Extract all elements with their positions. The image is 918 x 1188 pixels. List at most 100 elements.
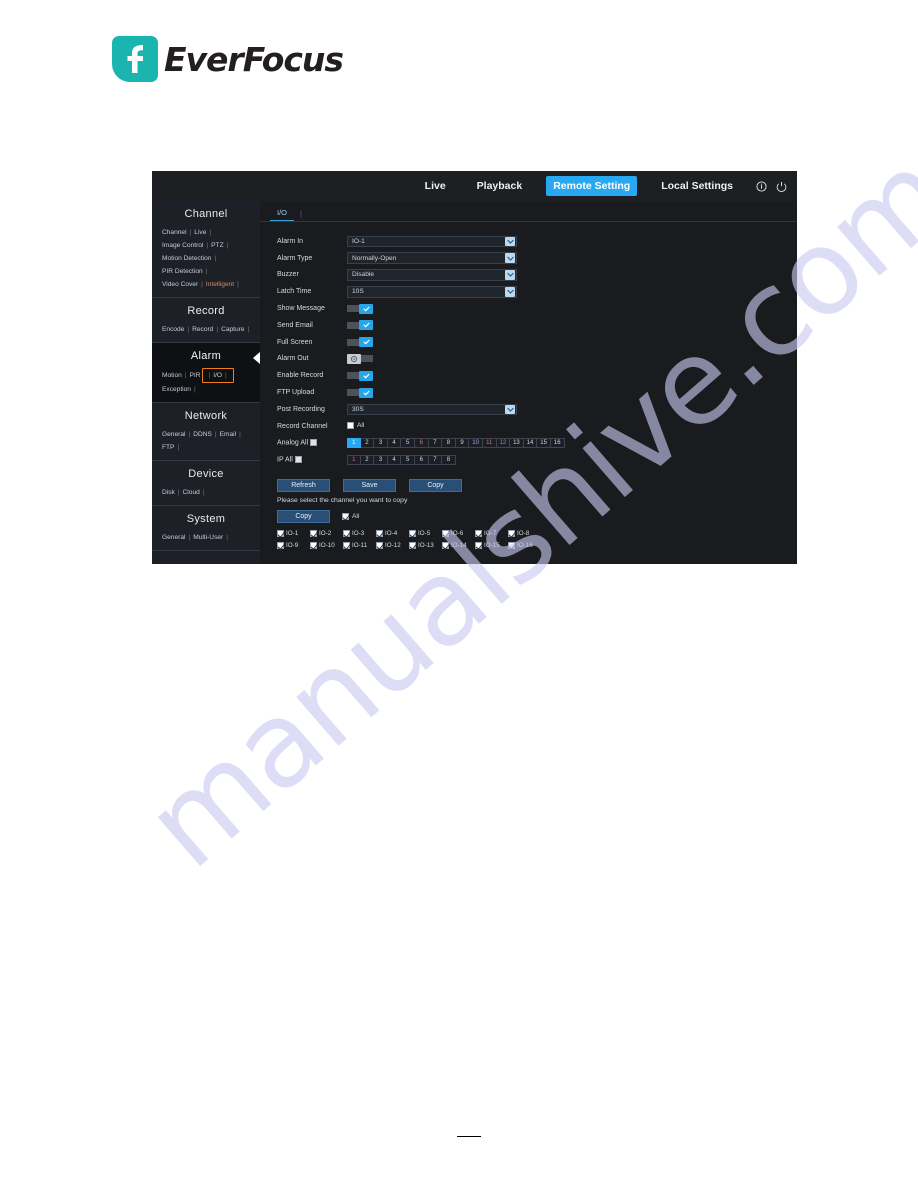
- sidebar-item-ptz[interactable]: PTZ: [211, 242, 223, 249]
- checkbox-copy-all[interactable]: [342, 512, 349, 520]
- sidebar-section-record[interactable]: Record Encode | Record | Capture |: [152, 298, 260, 343]
- sidebar-item-image-control[interactable]: Image Control: [162, 242, 203, 249]
- analog-channel-11[interactable]: 11: [482, 437, 497, 448]
- sidebar-item-intelligent[interactable]: Intelligent: [206, 281, 234, 288]
- checkbox-io-2[interactable]: [310, 530, 317, 538]
- checkbox-ip-all[interactable]: [294, 456, 302, 464]
- sidebar-item-encode[interactable]: Encode: [162, 326, 184, 333]
- nav-item-live[interactable]: Live: [418, 176, 453, 196]
- sidebar-item-video-cover[interactable]: Video Cover: [162, 281, 198, 288]
- ip-channel-3[interactable]: 3: [374, 454, 388, 465]
- save-button[interactable]: Save: [343, 479, 396, 493]
- checkbox-io-7[interactable]: [475, 530, 482, 538]
- select-post-recording[interactable]: 30S: [347, 403, 517, 416]
- ip-channel-7[interactable]: 7: [428, 454, 443, 465]
- checkbox-io-10[interactable]: [310, 542, 317, 550]
- checkbox-io-6[interactable]: [442, 530, 449, 538]
- io-target-io-1[interactable]: IO-1: [277, 530, 310, 538]
- io-target-io-16[interactable]: IO-16: [508, 542, 541, 550]
- nav-item-playback[interactable]: Playback: [470, 176, 530, 196]
- analog-channel-8[interactable]: 8: [442, 437, 456, 448]
- analog-channel-9[interactable]: 9: [455, 437, 470, 448]
- sidebar-item-motion-detection[interactable]: Motion Detection: [162, 255, 211, 262]
- copy-confirm-button[interactable]: Copy: [277, 510, 330, 524]
- sidebar-item-ddns[interactable]: DDNS: [193, 431, 212, 438]
- analog-channel-14[interactable]: 14: [523, 437, 538, 448]
- checkbox-io-13[interactable]: [409, 542, 416, 550]
- sidebar-section-device[interactable]: Device Disk | Cloud |: [152, 461, 260, 506]
- checkbox-record-channel-all[interactable]: [347, 422, 354, 430]
- sidebar-item-ftp[interactable]: FTP: [162, 444, 174, 451]
- sidebar-section-alarm[interactable]: Alarm Motion | PIR | I/O | Exception |: [152, 343, 260, 403]
- io-target-io-2[interactable]: IO-2: [310, 530, 343, 538]
- sidebar-item-pir-detection[interactable]: PIR Detection: [162, 268, 203, 275]
- io-target-io-6[interactable]: IO-6: [442, 530, 475, 538]
- io-target-io-10[interactable]: IO-10: [310, 542, 343, 550]
- checkbox-io-5[interactable]: [409, 530, 416, 538]
- chevron-down-icon[interactable]: [505, 404, 515, 415]
- io-target-io-9[interactable]: IO-9: [277, 542, 310, 550]
- checkbox-io-8[interactable]: [508, 530, 515, 538]
- analog-channel-12[interactable]: 12: [496, 437, 511, 448]
- sidebar-item-live[interactable]: Live: [194, 229, 206, 236]
- nav-item-remote-setting[interactable]: Remote Setting: [546, 176, 638, 196]
- checkbox-io-12[interactable]: [376, 542, 383, 550]
- toggle-ftp-upload[interactable]: [347, 387, 373, 398]
- sidebar-item-pir[interactable]: PIR: [190, 372, 201, 379]
- sidebar-item-record[interactable]: Record: [192, 326, 213, 333]
- copy-button[interactable]: Copy: [409, 479, 462, 493]
- toggle-show-message[interactable]: [347, 303, 373, 314]
- analog-channel-2[interactable]: 2: [360, 437, 375, 448]
- analog-channel-4[interactable]: 4: [387, 437, 402, 448]
- nav-item-local-settings[interactable]: Local Settings: [654, 176, 740, 196]
- power-icon[interactable]: [776, 181, 787, 192]
- toggle-alarm-out[interactable]: [347, 353, 373, 364]
- sidebar-section-channel[interactable]: Channel Channel | Live | Image Control | PTZ |…: [152, 201, 260, 298]
- ip-channel-4[interactable]: 4: [387, 454, 402, 465]
- sidebar-item-email[interactable]: Email: [220, 431, 237, 438]
- refresh-button[interactable]: Refresh: [277, 479, 330, 493]
- sidebar-item-general-network[interactable]: General: [162, 431, 185, 438]
- checkbox-io-3[interactable]: [343, 530, 350, 538]
- sidebar-item-general-system[interactable]: General: [162, 534, 185, 541]
- checkbox-io-15[interactable]: [475, 542, 482, 550]
- info-icon[interactable]: [756, 180, 767, 192]
- io-target-io-12[interactable]: IO-12: [376, 542, 409, 550]
- checkbox-io-1[interactable]: [277, 530, 284, 538]
- checkbox-io-11[interactable]: [343, 542, 350, 550]
- io-target-io-5[interactable]: IO-5: [409, 530, 442, 538]
- chevron-down-icon[interactable]: [505, 270, 515, 280]
- chevron-down-icon[interactable]: [505, 287, 515, 297]
- select-latch-time[interactable]: 10S: [347, 286, 517, 298]
- ip-channel-5[interactable]: 5: [401, 454, 415, 465]
- io-target-io-7[interactable]: IO-7: [475, 530, 508, 538]
- select-alarm-type[interactable]: Normally-Open: [347, 252, 517, 264]
- io-target-io-11[interactable]: IO-11: [343, 542, 376, 550]
- analog-channel-15[interactable]: 15: [537, 437, 551, 448]
- sidebar-item-exception[interactable]: Exception: [162, 386, 191, 393]
- toggle-send-email[interactable]: [347, 320, 373, 331]
- analog-channel-5[interactable]: 5: [401, 437, 415, 448]
- select-buzzer[interactable]: Disable: [347, 269, 517, 281]
- sidebar-section-system[interactable]: System General | Multi-User |: [152, 506, 260, 551]
- io-target-io-4[interactable]: IO-4: [376, 530, 409, 538]
- toggle-enable-record[interactable]: [347, 370, 373, 381]
- io-target-io-3[interactable]: IO-3: [343, 530, 376, 538]
- sidebar-item-disk[interactable]: Disk: [162, 489, 175, 496]
- toggle-full-screen[interactable]: [347, 337, 373, 348]
- analog-channel-1[interactable]: 1: [347, 437, 361, 448]
- checkbox-io-14[interactable]: [442, 542, 449, 550]
- io-target-io-14[interactable]: IO-14: [442, 542, 475, 550]
- sidebar-item-capture[interactable]: Capture: [221, 326, 244, 333]
- checkbox-io-16[interactable]: [508, 542, 515, 550]
- checkbox-analog-all[interactable]: [310, 439, 318, 447]
- checkbox-io-9[interactable]: [277, 542, 284, 550]
- analog-channel-6[interactable]: 6: [414, 437, 429, 448]
- sidebar-item-motion[interactable]: Motion: [162, 372, 182, 379]
- checkbox-io-4[interactable]: [376, 530, 383, 538]
- ip-channel-2[interactable]: 2: [360, 454, 375, 465]
- sidebar-item-cloud[interactable]: Cloud: [183, 489, 200, 496]
- tab-io[interactable]: I/O: [270, 206, 295, 221]
- ip-channel-6[interactable]: 6: [414, 454, 429, 465]
- sidebar-item-multi-user[interactable]: Multi-User: [193, 534, 223, 541]
